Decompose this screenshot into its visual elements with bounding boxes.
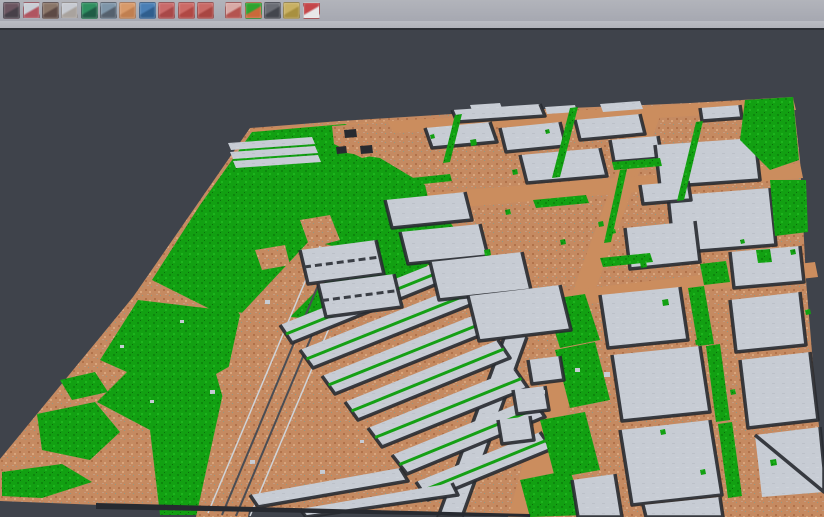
point-cloud-scene <box>0 30 824 517</box>
toolbar-group-2 <box>224 2 321 19</box>
globe-icon[interactable] <box>139 2 156 19</box>
app-window <box>0 0 824 517</box>
points-color-icon[interactable] <box>23 2 40 19</box>
terrain-mesh-icon[interactable] <box>42 2 59 19</box>
flag-icon[interactable] <box>303 2 320 19</box>
target-icon[interactable] <box>178 2 195 19</box>
raster-icon[interactable] <box>225 2 242 19</box>
toolbar-group-1 <box>2 2 215 19</box>
toolbar-separator <box>215 0 224 21</box>
sparse-points-icon[interactable] <box>61 2 78 19</box>
profile-icon[interactable] <box>100 2 117 19</box>
3d-viewport[interactable] <box>0 30 824 517</box>
classification-icon[interactable] <box>245 2 262 19</box>
toolbar <box>0 0 824 21</box>
layers-icon[interactable] <box>158 2 175 19</box>
transform-icon[interactable] <box>283 2 300 19</box>
clone-icon[interactable] <box>3 2 20 19</box>
dem-icon[interactable] <box>81 2 98 19</box>
sphere-icon[interactable] <box>264 2 281 19</box>
toolbar-lower-strip <box>0 21 824 28</box>
ortho-icon[interactable] <box>119 2 136 19</box>
crop-icon[interactable] <box>197 2 214 19</box>
